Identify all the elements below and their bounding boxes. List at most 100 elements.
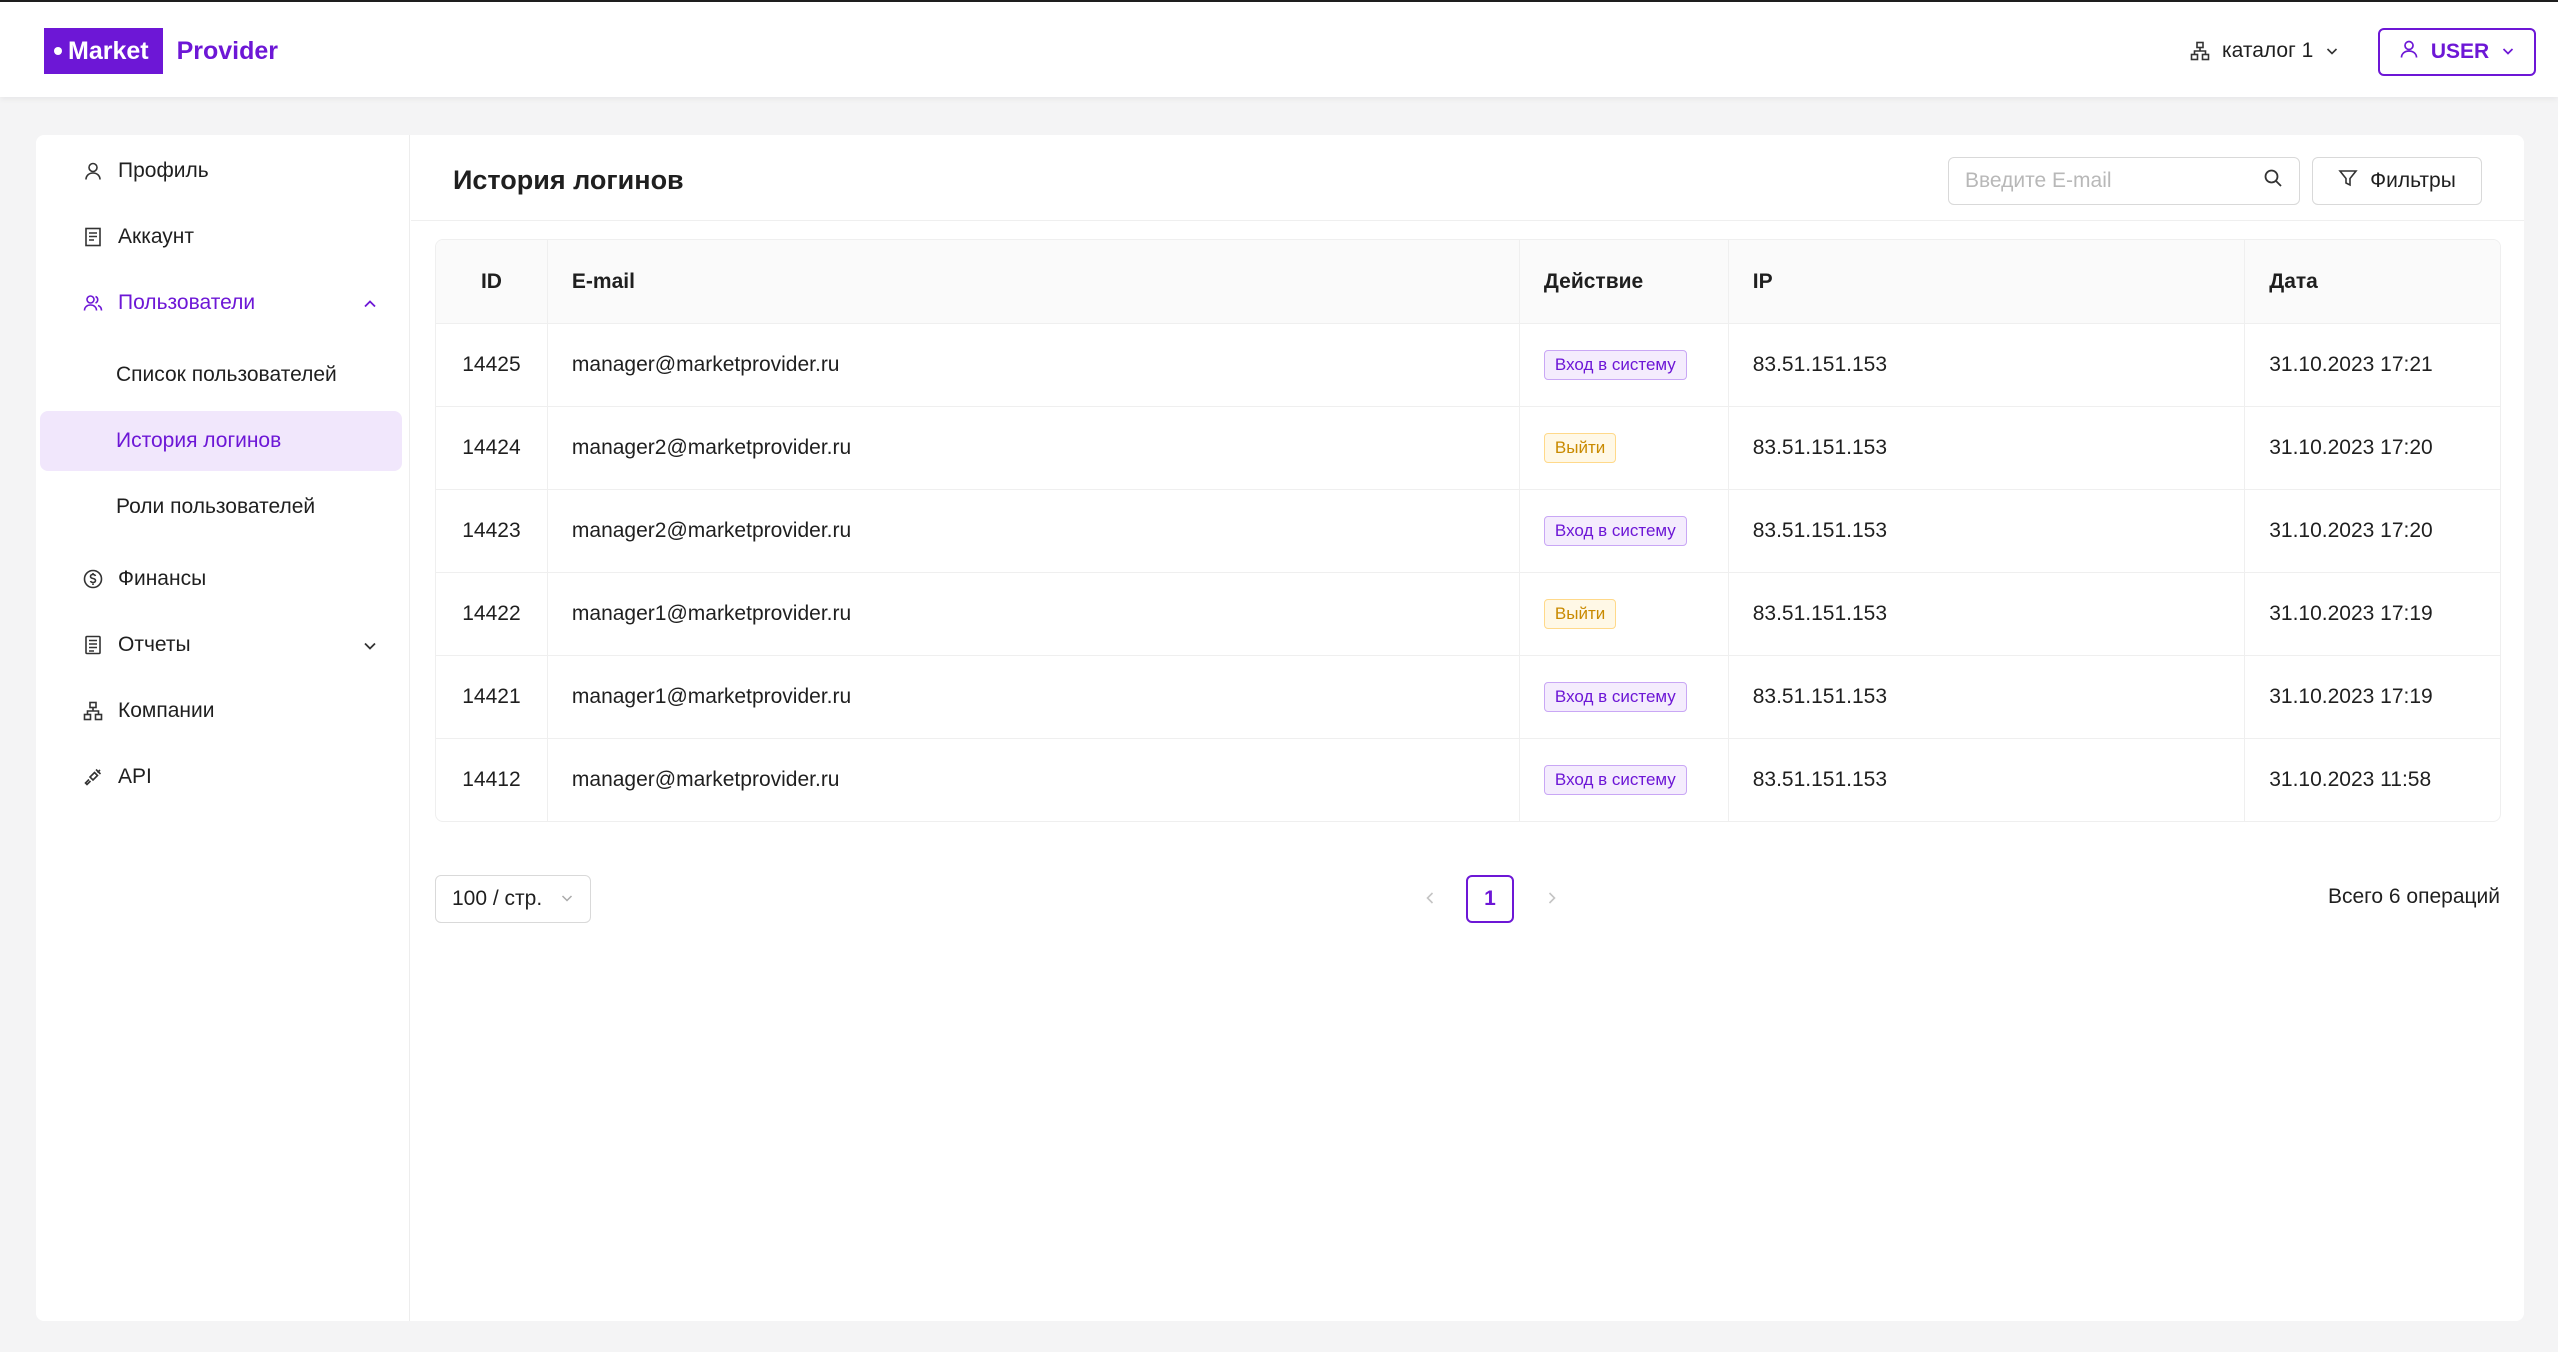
catalog-label: каталог 1	[2222, 39, 2314, 62]
cell-email: manager1@marketprovider.ru	[548, 573, 1520, 655]
api-icon	[82, 766, 104, 788]
table-row[interactable]: 14424 manager2@marketprovider.ru Выйти 83.5…	[436, 406, 2500, 489]
table-header-row: ID E-mail Действие IP Дата	[436, 240, 2500, 323]
action-badge: Вход в систему	[1543, 681, 1687, 713]
user-label: USER	[2430, 40, 2490, 63]
user-icon	[2399, 39, 2419, 65]
sidebar-subitem-label: История логинов	[116, 429, 282, 452]
cell-id: 14425	[436, 324, 548, 406]
cell-email: manager2@marketprovider.ru	[548, 407, 1520, 489]
search-field[interactable]	[1948, 157, 2300, 205]
chevron-down-icon	[560, 887, 574, 911]
sidebar-item-label: Профиль	[118, 159, 209, 182]
logo-dot-icon	[54, 47, 62, 55]
header-divider	[411, 220, 2524, 221]
filters-button[interactable]: Фильтры	[2312, 157, 2482, 205]
sidebar-subitem-user-list[interactable]: Список пользователей	[40, 345, 402, 405]
dollar-icon	[82, 568, 104, 590]
action-badge: Выйти	[1543, 598, 1617, 630]
main-content: История логинов Фильтры ID E-mail Действ…	[411, 135, 2524, 1321]
cell-action: Вход в систему	[1520, 656, 1729, 738]
cell-id: 14424	[436, 407, 548, 489]
sidebar-item-label: Финансы	[118, 567, 207, 590]
cell-action: Вход в систему	[1520, 739, 1729, 821]
cell-date: 31.10.2023 17:20	[2269, 436, 2433, 459]
sidebar-item-account[interactable]: Аккаунт	[40, 207, 402, 267]
chevron-up-icon	[362, 294, 378, 318]
cell-date: 31.10.2023 17:19	[2269, 685, 2433, 708]
sidebar-subitem-label: Список пользователей	[116, 363, 337, 386]
column-header-ip[interactable]: IP	[1729, 240, 2246, 323]
receipt-icon	[82, 226, 104, 248]
page-size-select[interactable]: 100 / стр.	[435, 875, 591, 923]
chevron-down-icon	[362, 636, 378, 660]
cell-ip: 83.51.151.153	[1729, 324, 2246, 406]
logo-box: Market	[44, 28, 163, 74]
cell-action: Выйти	[1520, 573, 1729, 655]
filter-icon	[2338, 168, 2358, 194]
cell-ip: 83.51.151.153	[1729, 490, 2246, 572]
cell-ip: 83.51.151.153	[1729, 739, 2246, 821]
table-row[interactable]: 14422 manager1@marketprovider.ru Выйти 83.5…	[436, 572, 2500, 655]
search-icon[interactable]	[2263, 168, 2283, 194]
logo-box-text: Market	[68, 36, 149, 65]
table-row[interactable]: 14421 manager1@marketprovider.ru Вход в си…	[436, 655, 2500, 738]
sidebar-item-users[interactable]: Пользователи	[40, 273, 402, 333]
sidebar-subitem-label: Роли пользователей	[116, 495, 316, 518]
action-badge: Выйти	[1543, 432, 1617, 464]
cell-ip: 83.51.151.153	[1729, 407, 2246, 489]
cell-action: Вход в систему	[1520, 324, 1729, 406]
cell-action: Вход в систему	[1520, 490, 1729, 572]
logo[interactable]: Market Provider	[44, 28, 278, 74]
cell-id: 14412	[436, 739, 548, 821]
total-count: Всего 6 операций	[2328, 885, 2500, 908]
user-icon	[82, 160, 104, 182]
sidebar-subitem-login-history[interactable]: История логинов	[40, 411, 402, 471]
cell-id: 14422	[436, 573, 548, 655]
table-row[interactable]: 14425 manager@marketprovider.ru Вход в сис…	[436, 323, 2500, 406]
action-badge: Вход в систему	[1543, 764, 1687, 796]
table-row[interactable]: 14412 manager@marketprovider.ru Вход в сис…	[436, 738, 2500, 821]
catalog-selector[interactable]: каталог 1	[2190, 36, 2339, 66]
sidebar-item-api[interactable]: API	[40, 747, 402, 807]
cell-date: 31.10.2023 11:58	[2269, 768, 2432, 791]
prev-page-button[interactable]	[1419, 887, 1441, 915]
sidebar-item-label: Аккаунт	[118, 225, 195, 248]
column-header-email[interactable]: E-mail	[548, 240, 1520, 323]
sidebar-item-finance[interactable]: Финансы	[40, 549, 402, 609]
top-bar: Market Provider каталог 1 USER	[0, 2, 2558, 97]
column-header-action[interactable]: Действие	[1520, 240, 1729, 323]
sidebar-item-reports[interactable]: Отчеты	[40, 615, 402, 675]
cell-action: Выйти	[1520, 407, 1729, 489]
page-size-value: 100 / стр.	[452, 887, 543, 910]
filters-label: Фильтры	[2370, 169, 2456, 192]
sidebar-item-profile[interactable]: Профиль	[40, 141, 402, 201]
cell-id: 14423	[436, 490, 548, 572]
next-page-button[interactable]	[1541, 887, 1563, 915]
chevron-down-icon	[2501, 40, 2515, 64]
sidebar: Профиль Аккаунт Пользователи Список поль…	[36, 135, 410, 1321]
cell-email: manager@marketprovider.ru	[548, 324, 1520, 406]
cell-date: 31.10.2023 17:19	[2269, 602, 2433, 625]
column-header-id[interactable]: ID	[436, 240, 548, 323]
sidebar-item-label: Компании	[118, 699, 215, 722]
email-search-input[interactable]	[1965, 169, 2263, 193]
chevron-down-icon	[2325, 44, 2339, 58]
cell-email: manager2@marketprovider.ru	[548, 490, 1520, 572]
sidebar-subitem-user-roles[interactable]: Роли пользователей	[40, 477, 402, 537]
column-header-date[interactable]: Дата	[2245, 240, 2500, 323]
cell-date: 31.10.2023 17:21	[2269, 353, 2433, 376]
user-menu-button[interactable]: USER	[2378, 28, 2536, 76]
sidebar-item-companies[interactable]: Компании	[40, 681, 402, 741]
page-title: История логинов	[453, 165, 684, 195]
report-icon	[82, 634, 104, 656]
login-history-table: ID E-mail Действие IP Дата 14425 manager@…	[435, 239, 2501, 822]
cell-email: manager@marketprovider.ru	[548, 739, 1520, 821]
table-body: 14425 manager@marketprovider.ru Вход в сис…	[436, 323, 2500, 821]
table-row[interactable]: 14423 manager2@marketprovider.ru Вход в си…	[436, 489, 2500, 572]
page-number-button[interactable]: 1	[1466, 875, 1514, 923]
content-card: Профиль Аккаунт Пользователи Список поль…	[36, 135, 2524, 1321]
logo-text: Provider	[176, 36, 279, 65]
sidebar-item-label: Пользователи	[118, 291, 256, 314]
cell-ip: 83.51.151.153	[1729, 656, 2246, 738]
